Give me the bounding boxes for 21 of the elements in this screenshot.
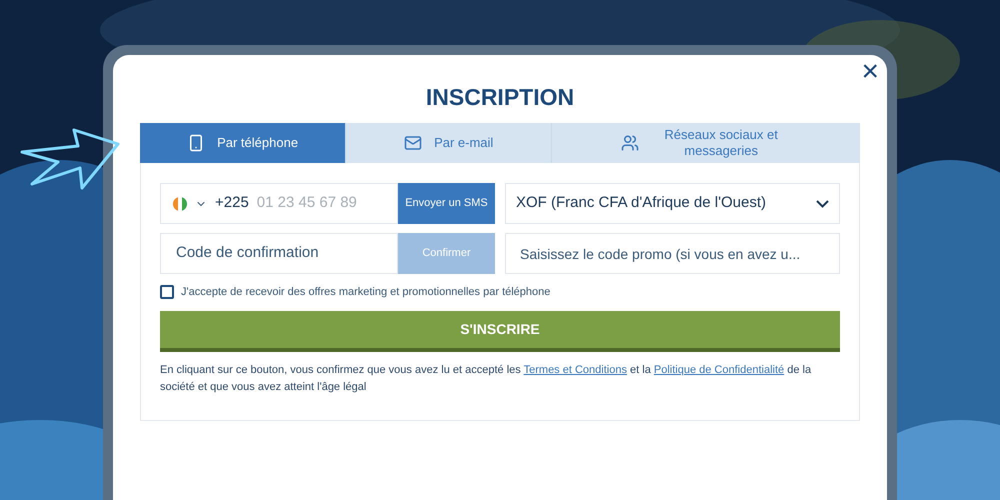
marketing-checkbox[interactable] — [160, 285, 174, 300]
terms-link[interactable]: Termes et Conditions — [524, 364, 627, 376]
privacy-link[interactable]: Politique de Confidentialité — [654, 364, 784, 376]
tab[interactable]: Réseaux sociaux et messageries — [551, 123, 860, 163]
phone-field[interactable]: +225 01 23 45 67 89 — [160, 183, 398, 224]
tab[interactable]: Par téléphone — [140, 123, 346, 163]
register-button[interactable]: S'INSCRIRE — [160, 310, 840, 352]
users-icon — [621, 134, 640, 152]
phone-input[interactable]: 01 23 45 67 89 — [256, 192, 377, 215]
tab[interactable]: Par e-mail — [345, 123, 552, 163]
flag-icon — [173, 196, 187, 210]
close-button[interactable]: × — [861, 57, 879, 87]
mail-icon — [404, 134, 422, 152]
dialog-title: INSCRIPTION — [424, 83, 576, 112]
promo-code-field[interactable]: Saisissez le code promo (si vous en avez u... — [505, 233, 840, 274]
phone-prefix: +225 — [215, 193, 249, 214]
send-sms-button[interactable]: Envoyer un SMS — [398, 183, 495, 224]
currency-select[interactable]: XOF (Franc CFA d'Afrique de l'Ouest) — [505, 183, 840, 224]
checkbox-label: J'accepte de recevoir des offres marketing et promotionnelles par téléphone — [181, 285, 550, 300]
legal-text: En cliquant sur ce bouton, vous confirmez que vous avez lu et accepté les Termes et Conditions et la Politique de Confidentialité de la société et que vous avez atteint l'âge légal — [160, 362, 812, 394]
chevron-icon — [816, 200, 829, 208]
